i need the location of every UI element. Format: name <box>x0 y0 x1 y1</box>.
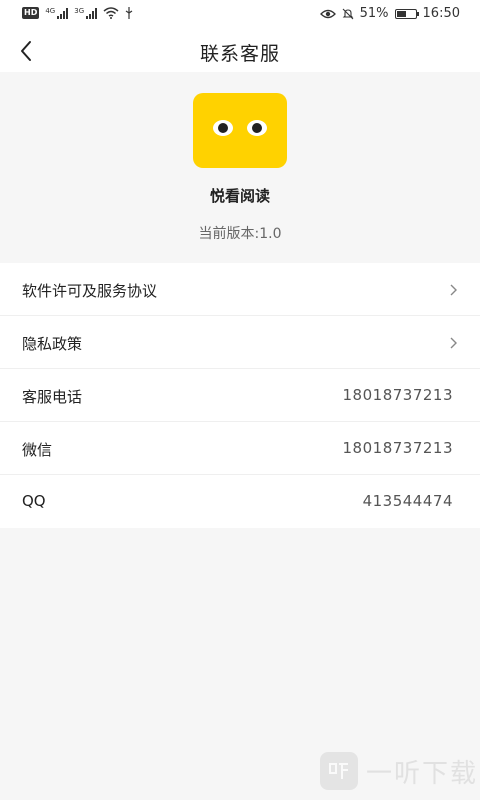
hd-badge: HD <box>22 7 40 19</box>
usb-icon <box>125 7 133 19</box>
qq-value: 413544474 <box>362 492 453 510</box>
list-item-license[interactable]: 软件许可及服务协议 <box>0 263 480 316</box>
network-type-1: 4G <box>45 6 56 15</box>
clock: 16:50 <box>422 6 460 21</box>
watermark: 一听下载 <box>320 752 478 790</box>
settings-list: 软件许可及服务协议 隐私政策 客服电话 18018737213 微信 18018… <box>0 263 480 528</box>
battery-percent: 51% <box>359 6 389 21</box>
network-type-2: 3G <box>74 6 85 15</box>
signal-icon-2: 3G <box>74 6 98 19</box>
battery-icon <box>394 8 419 19</box>
list-item-label: 隐私政策 <box>22 335 83 353</box>
list-item-wechat[interactable]: 微信 18018737213 <box>0 422 480 475</box>
wifi-icon <box>103 7 119 19</box>
page-title: 联系客服 <box>199 43 280 65</box>
list-item-label: 软件许可及服务协议 <box>22 282 158 300</box>
list-item-qq[interactable]: QQ 413544474 <box>0 475 480 528</box>
nav-bar: 联系客服 <box>0 30 480 72</box>
wechat-value: 18018737213 <box>342 439 453 457</box>
status-left-icons: HD 4G 3G <box>22 7 133 19</box>
mute-icon <box>342 8 354 19</box>
app-logo-icon <box>193 93 287 168</box>
logo-eye-left <box>213 120 233 136</box>
chevron-right-icon <box>450 337 457 349</box>
chevron-right-icon <box>450 284 457 296</box>
status-bar: HD 4G 3G 51% 16:50 <box>0 0 480 30</box>
phone-value: 18018737213 <box>342 386 453 404</box>
app-version: 当前版本:1.0 <box>198 226 282 242</box>
list-item-label: 客服电话 <box>22 388 83 406</box>
eye-comfort-icon <box>319 9 336 18</box>
watermark-logo-icon <box>320 752 358 790</box>
signal-icon-1: 4G <box>45 6 69 19</box>
list-item-privacy[interactable]: 隐私政策 <box>0 316 480 369</box>
app-name: 悦看阅读 <box>209 187 270 205</box>
list-item-label: QQ <box>22 492 46 510</box>
battery-level <box>396 10 406 17</box>
status-right-icons: 51% 16:50 <box>319 6 460 21</box>
app-info-header: 悦看阅读 当前版本:1.0 <box>0 72 480 262</box>
list-item-label: 微信 <box>22 441 53 459</box>
logo-eye-right <box>247 120 267 136</box>
watermark-text: 一听下载 <box>366 758 479 789</box>
list-item-phone[interactable]: 客服电话 18018737213 <box>0 369 480 422</box>
